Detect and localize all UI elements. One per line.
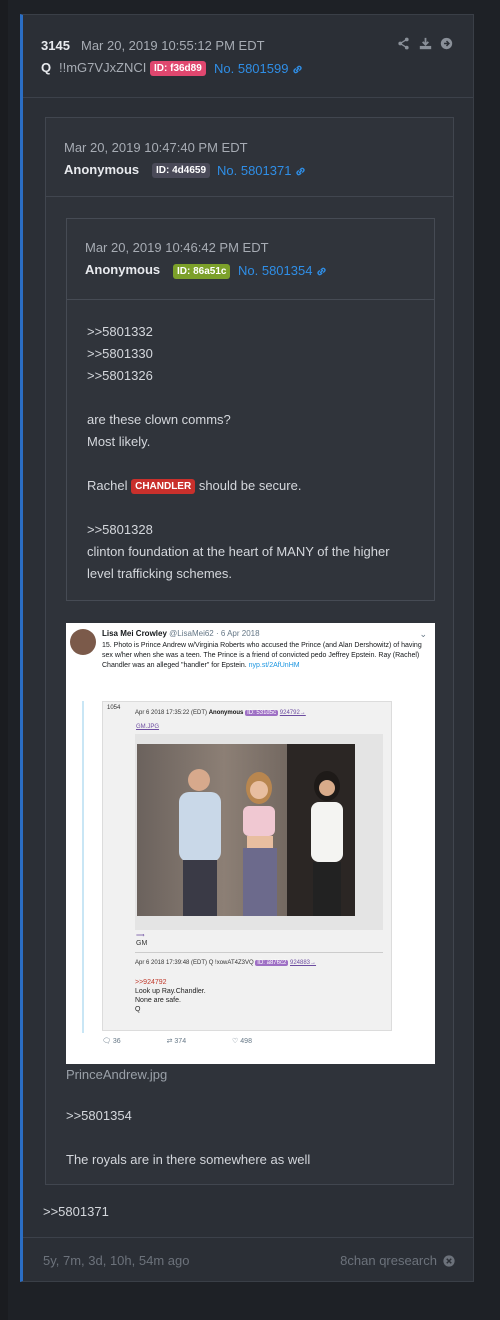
tweet-text: 15. Photo is Prince Andrew w/Virginia Ro… (102, 641, 424, 671)
reply-line: Q (135, 1006, 141, 1013)
secure-text: should be secure. (198, 478, 302, 493)
card-arrow: ⟹ (136, 933, 145, 939)
attached-image-tweet-screenshot[interactable]: Lisa Mei Crowley @LisaMei62 · 6 Apr 2018… (66, 623, 435, 1064)
post-footer: 5y, 7m, 3d, 10h, 54m ago 8chan qresearch (23, 1237, 473, 1282)
card-gm: GM (136, 940, 148, 947)
tweet-link: nyp.st/2AfUnHM (248, 662, 300, 669)
thread-rail (82, 701, 84, 1033)
reply-date: Apr 6 2018 17:39:48 (EDT) (135, 960, 208, 966)
quoted-poster-id-badge[interactable]: ID: 4d4659 (152, 163, 211, 178)
card-id: ID: 531d5c (245, 710, 279, 716)
board-name: 8chan qresearch (340, 1253, 455, 1268)
link-icon[interactable] (295, 166, 306, 177)
rachel-text: Rachel (87, 478, 128, 493)
quoted-post-header: Mar 20, 2019 10:47:40 PM EDT Anonymous I… (46, 118, 453, 197)
reply-count-value: 36 (112, 1038, 121, 1045)
nested-poster-id-badge[interactable]: ID: 86a51c (173, 264, 231, 279)
like-count-value: 498 (240, 1038, 252, 1045)
card-number: 1054 (107, 705, 121, 711)
post-actions (393, 37, 453, 55)
quoted-post-no-text[interactable]: No. 5801371 (217, 163, 291, 178)
link-icon[interactable] (316, 266, 327, 277)
reply-id: ID: a876c2 (255, 960, 289, 966)
post-number: 3145 (41, 38, 70, 53)
page-gutter (0, 0, 8, 1320)
poster-name: Q (41, 60, 52, 75)
card-ref: 924792→ (279, 710, 306, 716)
post-reference-link[interactable]: >>5801328 (87, 519, 422, 541)
chevron-down-icon: ⌄ (419, 629, 427, 639)
tweet-actions: 🗨 36 ⇄ 374 ♡ 498 (102, 1037, 296, 1045)
nested-poster-name: Anonymous (85, 262, 161, 277)
post-age: 5y, 7m, 3d, 10h, 54m ago (43, 1253, 190, 1268)
quoted-poster-name: Anonymous (64, 162, 140, 177)
nested-post-header: Mar 20, 2019 10:46:42 PM EDT Anonymous I… (67, 219, 434, 300)
tweet-embedded-image: 1054 Apr 6 2018 17:35:22 (EDT) Anonymous… (102, 701, 392, 1031)
quoted-post-text: The royals are in there somewhere as wel… (66, 1152, 311, 1167)
post-reference-link[interactable]: >>5801332 (87, 321, 422, 343)
person-figure (179, 769, 221, 916)
reply-header: Apr 6 2018 17:39:48 (EDT) Q !xowAT4Z3VQ … (135, 960, 316, 966)
post-date: Mar 20, 2019 10:55:12 PM EDT (81, 38, 265, 53)
post-text-line: are these clown comms? (87, 412, 231, 427)
post-text-line: level trafficking schemes. (87, 566, 232, 581)
reply-quote: >>924792 (135, 979, 167, 986)
quoted-post-5801371: Mar 20, 2019 10:47:40 PM EDT Anonymous I… (45, 117, 454, 1185)
nested-post-body: >>5801332 >>5801330 >>5801326 are these … (87, 321, 422, 585)
post-text-line: Most likely. (87, 434, 151, 449)
quoted-post-no-link[interactable]: No. 5801371 (217, 162, 306, 180)
q-post: 3145 Mar 20, 2019 10:55:12 PM EDT Q !!mG… (20, 14, 474, 1282)
post-text-line: clinton foundation at the heart of MANY … (87, 544, 390, 559)
card-header: Apr 6 2018 17:35:22 (EDT) Anonymous ID: … (135, 710, 306, 716)
person-figure (311, 771, 343, 916)
post-reference-link[interactable]: >>5801371 (43, 1204, 109, 1219)
card-name: Anonymous (208, 710, 244, 716)
card-file: GM.JPG (136, 724, 160, 730)
post-text-line: Rachel CHANDLER should be secure. (87, 475, 422, 497)
go-arrow-icon[interactable] (440, 37, 453, 50)
tweet-author-name: Lisa Mei Crowley (102, 629, 167, 638)
post-no-link[interactable]: No. 5801599 (214, 60, 303, 78)
reply-name: Q !xowAT4Z3VQ (208, 960, 254, 966)
reply-line: Look up Ray.Chandler. (135, 988, 206, 995)
quoted-post-date: Mar 20, 2019 10:47:40 PM EDT (64, 140, 248, 155)
retweet-count: ⇄ 374 (166, 1038, 187, 1045)
share-icon[interactable] (397, 37, 410, 50)
nested-post-no-text[interactable]: No. 5801354 (238, 263, 312, 278)
nested-post-date: Mar 20, 2019 10:46:42 PM EDT (85, 240, 269, 255)
like-count: ♡ 498 (232, 1038, 252, 1045)
quoted-post-5801354: Mar 20, 2019 10:46:42 PM EDT Anonymous I… (66, 218, 435, 601)
tripcode: !!mG7VJxZNCI (59, 60, 147, 75)
post-reference-link[interactable]: >>5801330 (87, 343, 422, 365)
post-reference-link[interactable]: >>5801326 (87, 365, 422, 387)
tweet-author: Lisa Mei Crowley @LisaMei62 · 6 Apr 2018 (102, 629, 260, 638)
link-icon[interactable] (292, 64, 303, 75)
photo (137, 744, 355, 916)
reply-ref: 924883→ (290, 960, 317, 966)
attachment-filename[interactable]: PrinceAndrew.jpg (66, 1067, 167, 1082)
close-icon[interactable] (443, 1255, 455, 1267)
tweet-handle: @LisaMei62 · 6 Apr 2018 (169, 629, 260, 638)
reply-line: None are safe. (135, 997, 181, 1004)
chandler-highlight-tag: CHANDLER (131, 479, 196, 494)
nested-post-no-link[interactable]: No. 5801354 (238, 262, 327, 280)
person-figure (243, 772, 277, 916)
reply-body: >>924792 Look up Ray.Chandler. None are … (135, 978, 206, 1014)
board-label: 8chan qresearch (340, 1253, 437, 1268)
retweet-count-value: 374 (174, 1038, 187, 1045)
card-date: Apr 6 2018 17:35:22 (EDT) (135, 710, 208, 716)
download-icon[interactable] (419, 37, 432, 50)
reply-count: 🗨 36 (102, 1038, 121, 1045)
tweet-avatar (70, 629, 96, 655)
poster-id-badge[interactable]: ID: f36d89 (150, 61, 206, 76)
post-header: 3145 Mar 20, 2019 10:55:12 PM EDT Q !!mG… (23, 15, 473, 98)
post-reference-link[interactable]: >>5801354 (66, 1108, 132, 1123)
post-no-text[interactable]: No. 5801599 (214, 61, 288, 76)
